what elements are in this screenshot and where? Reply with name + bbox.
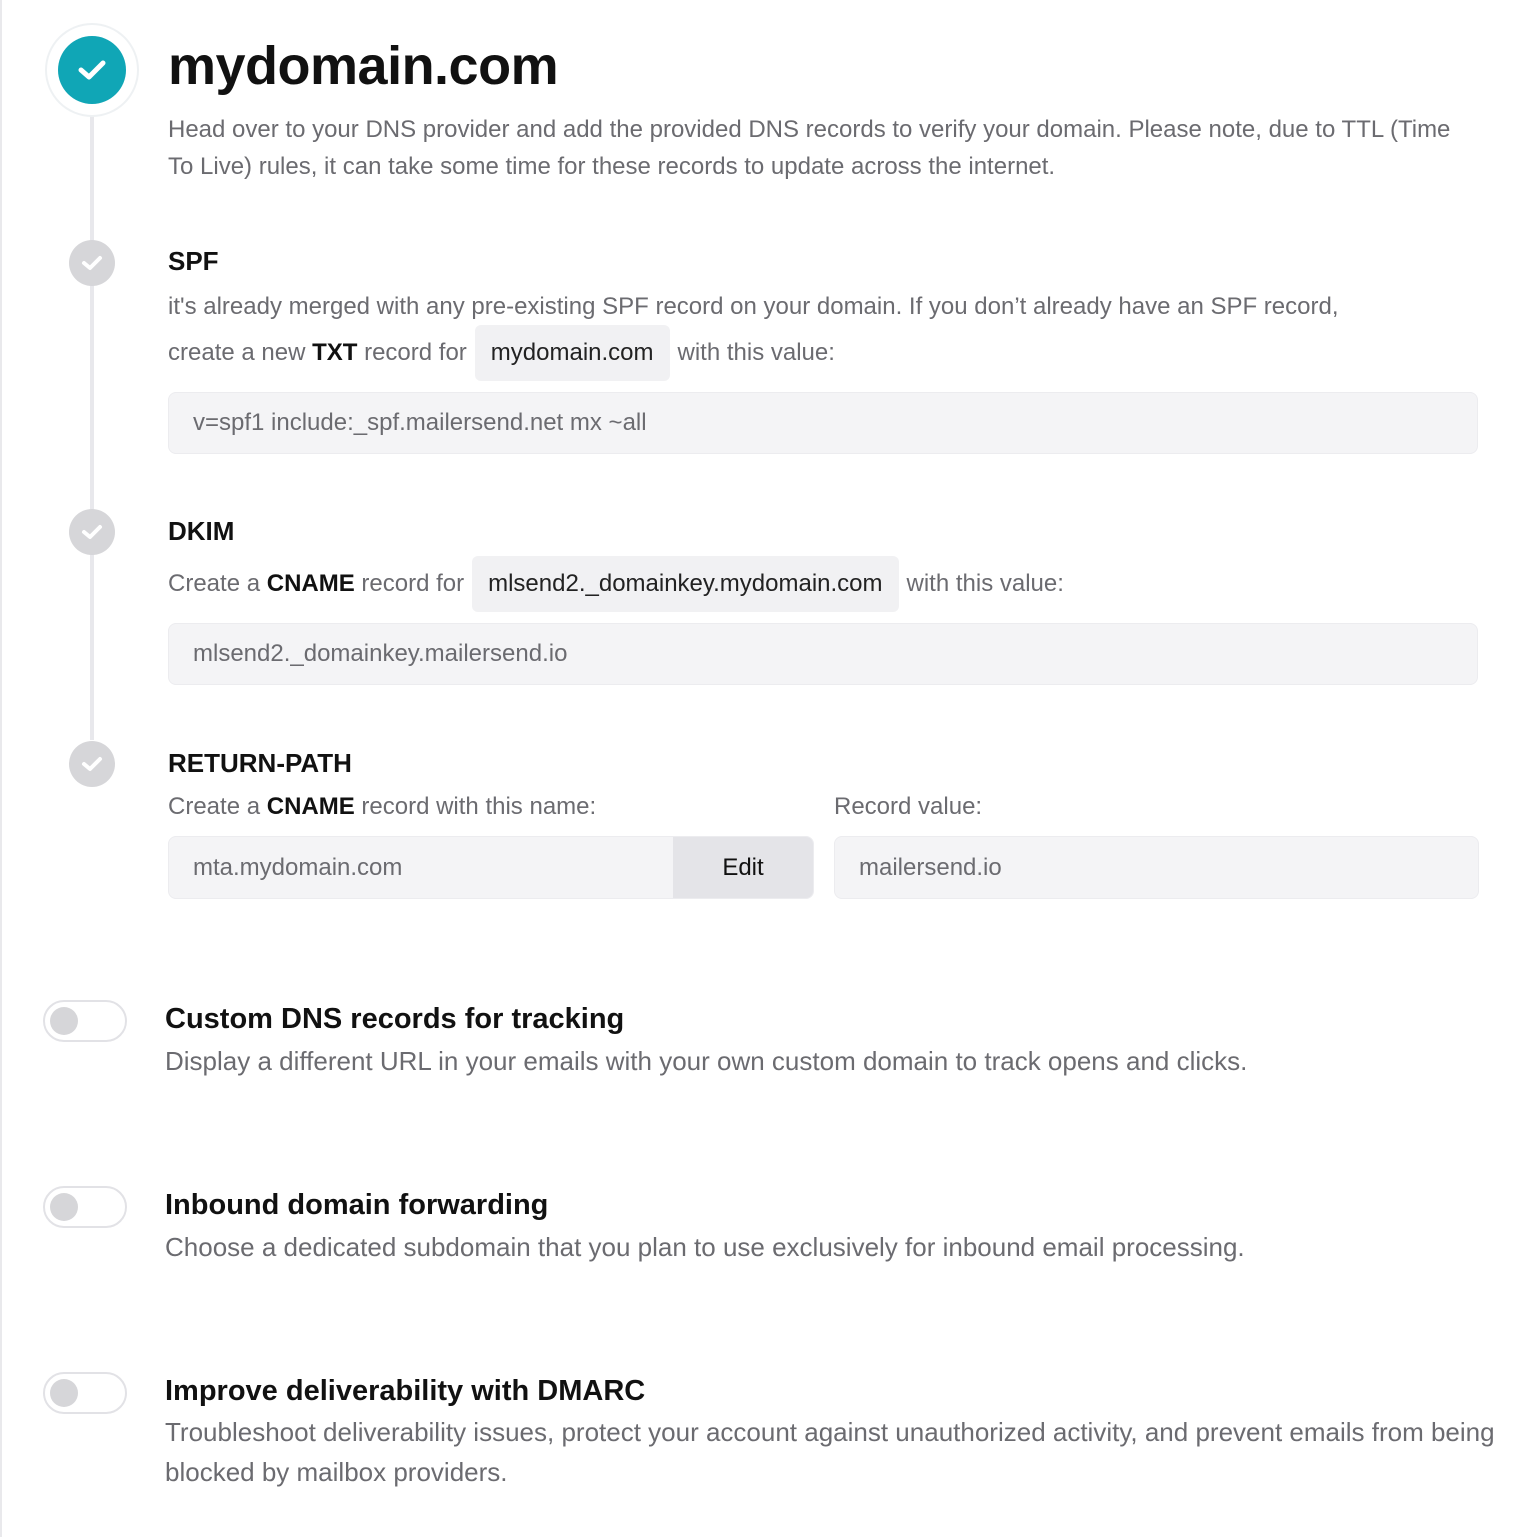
dkim-instruction: Create a CNAME record for mlsend2._domai… — [168, 556, 1064, 612]
inbound-forwarding-toggle[interactable] — [43, 1186, 127, 1228]
tracking-option-description: Display a different URL in your emails w… — [165, 1046, 1248, 1076]
spf-title: SPF — [168, 246, 219, 276]
dmarc-option-description: Troubleshoot deliverability issues, prot… — [165, 1417, 1495, 1487]
inbound-option-description: Choose a dedicated subdomain that you pl… — [165, 1232, 1245, 1262]
toggle-knob — [50, 1379, 78, 1407]
spf-text-mid: record for — [364, 339, 467, 366]
edit-button[interactable]: Edit — [673, 837, 813, 898]
toggle-knob — [50, 1007, 78, 1035]
dkim-value-field[interactable]: mlsend2._domainkey.mailersend.io — [168, 623, 1478, 685]
return-path-name-field: mta.mydomain.com Edit — [168, 836, 814, 899]
spf-host-pill[interactable]: mydomain.com — [474, 325, 670, 381]
return-path-value-field[interactable]: mailersend.io — [834, 836, 1479, 899]
return-path-text-prefix: Create a — [168, 793, 261, 820]
spf-description-line1: it's already merged with any pre-existin… — [168, 293, 1339, 320]
dkim-title: DKIM — [168, 516, 235, 546]
return-path-step-check-icon — [69, 741, 115, 787]
return-path-title: RETURN-PATH — [168, 748, 352, 778]
page-left-border — [0, 0, 2, 1537]
dkim-text-suffix: with this value: — [906, 570, 1064, 597]
spf-step-check-icon — [69, 240, 115, 286]
spf-text-suffix: with this value: — [677, 339, 835, 366]
dkim-step-check-icon — [69, 509, 115, 555]
page-title: mydomain.com — [168, 36, 559, 96]
domain-verified-badge — [47, 25, 137, 115]
return-path-name-label: Create a CNAME record with this name: — [168, 793, 596, 821]
timeline-line — [90, 110, 94, 740]
dkim-text-prefix: Create a — [168, 570, 261, 597]
tracking-toggle[interactable] — [43, 1000, 127, 1042]
return-path-name-value[interactable]: mta.mydomain.com — [169, 837, 673, 898]
return-path-text-suffix: record with this name: — [361, 793, 597, 820]
return-path-record-type: CNAME — [266, 793, 355, 820]
check-icon — [58, 36, 126, 104]
spf-instruction: create a new TXT record for mydomain.com… — [168, 325, 835, 381]
toggle-knob — [50, 1193, 78, 1221]
dkim-text-mid: record for — [361, 570, 465, 597]
domain-description: Head over to your DNS provider and add t… — [168, 116, 1451, 180]
tracking-option-title: Custom DNS records for tracking — [165, 1003, 625, 1035]
dmarc-toggle[interactable] — [43, 1372, 127, 1414]
dkim-record-type: CNAME — [266, 570, 355, 597]
spf-text-prefix: create a new — [168, 339, 306, 366]
record-value-label: Record value: — [834, 793, 983, 820]
spf-value-field[interactable]: v=spf1 include:_spf.mailersend.net mx ~a… — [168, 392, 1478, 454]
spf-record-type: TXT — [312, 339, 358, 366]
inbound-option-title: Inbound domain forwarding — [165, 1189, 549, 1221]
dkim-host-pill[interactable]: mlsend2._domainkey.mydomain.com — [472, 556, 899, 612]
dmarc-option-title: Improve deliverability with DMARC — [165, 1375, 646, 1407]
